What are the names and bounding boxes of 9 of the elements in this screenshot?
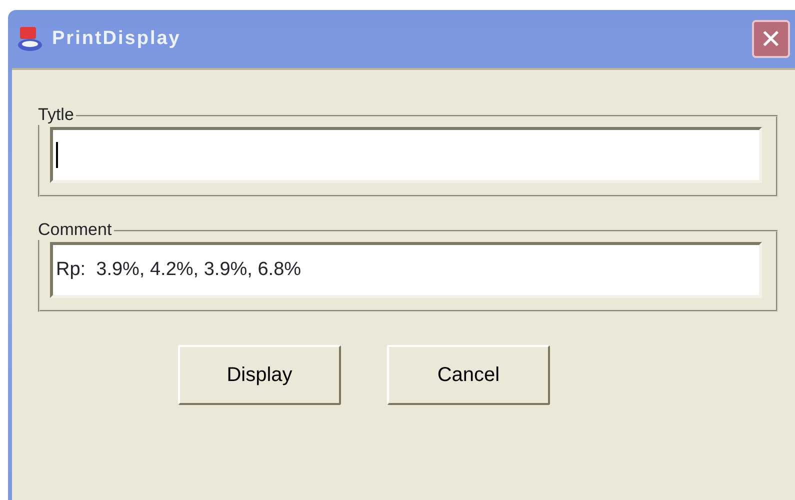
- app-icon: [16, 25, 44, 53]
- text-field[interactable]: Rp: 3.9%, 4.2%, 3.9%, 6.8%: [50, 242, 762, 298]
- text-field[interactable]: [50, 127, 762, 183]
- window-title: PrintDisplay: [52, 26, 181, 51]
- group-label: Comment: [38, 220, 114, 240]
- group-label: Tytle: [38, 105, 76, 126]
- close-button[interactable]: ✕: [752, 20, 790, 58]
- dialog-button[interactable]: Display: [178, 345, 341, 405]
- dialog-button[interactable]: Cancel: [387, 345, 550, 405]
